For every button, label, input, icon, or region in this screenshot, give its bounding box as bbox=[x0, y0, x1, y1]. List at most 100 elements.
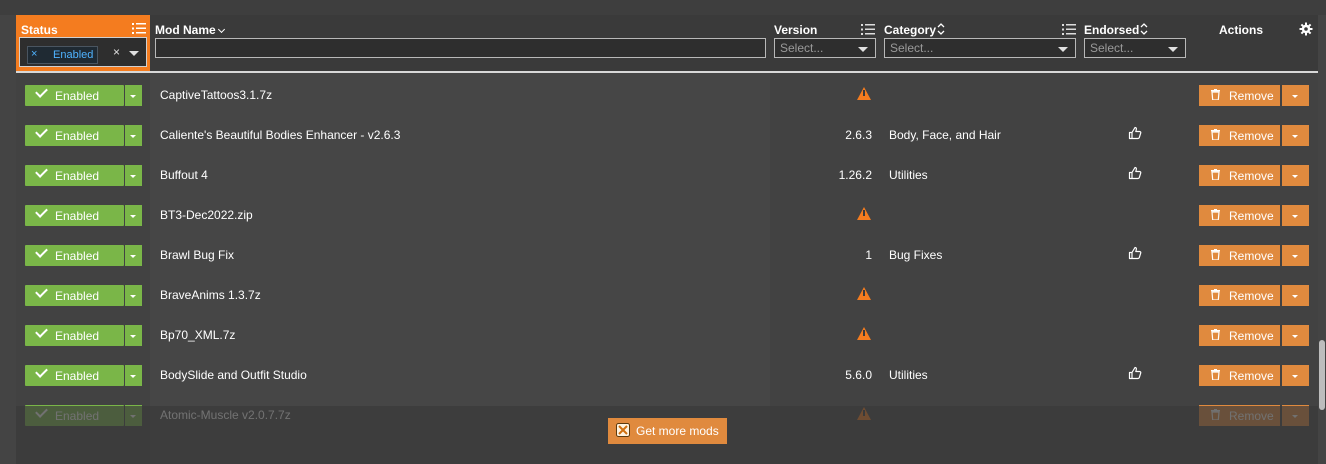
table-row[interactable]: Enabled BraveAnims 1.3.7z Remove bbox=[16, 278, 1318, 318]
mod-name: BT3-Dec2022.zip bbox=[160, 208, 253, 222]
sort-icon[interactable] bbox=[1140, 23, 1148, 35]
remove-dropdown-button[interactable] bbox=[1282, 165, 1309, 186]
mod-category: Bug Fixes bbox=[889, 248, 943, 262]
remove-dropdown-button[interactable] bbox=[1282, 365, 1309, 386]
enabled-toggle-button[interactable]: Enabled bbox=[25, 205, 124, 226]
mod-category: Utilities bbox=[889, 168, 928, 182]
status-dropdown-button[interactable] bbox=[125, 125, 142, 146]
trash-icon bbox=[1211, 249, 1220, 260]
enabled-toggle-button[interactable]: Enabled bbox=[25, 125, 124, 146]
thumbs-up-icon[interactable] bbox=[1128, 366, 1142, 380]
clear-filter-icon[interactable]: × bbox=[113, 45, 120, 59]
table-row[interactable]: Enabled CaptiveTattoos3.1.7z Remove bbox=[16, 78, 1318, 118]
status-dropdown-button[interactable] bbox=[125, 365, 142, 386]
chevron-down-icon bbox=[130, 375, 136, 378]
thumbs-up-icon[interactable] bbox=[1128, 126, 1142, 140]
status-dropdown-button[interactable] bbox=[125, 285, 142, 306]
enabled-toggle-button[interactable]: Enabled bbox=[25, 325, 124, 346]
endorsed-header-label[interactable]: Endorsed bbox=[1084, 23, 1139, 37]
column-options-icon[interactable] bbox=[1062, 23, 1076, 36]
category-filter-placeholder: Select... bbox=[890, 41, 934, 55]
mod-name-filter-input[interactable] bbox=[155, 38, 766, 58]
remove-button[interactable]: Remove bbox=[1199, 245, 1280, 266]
trash-icon bbox=[1211, 369, 1220, 380]
status-column-header[interactable]: Status × Enabled × bbox=[16, 15, 150, 71]
status-dropdown-button[interactable] bbox=[125, 245, 142, 266]
category-header-label[interactable]: Category bbox=[884, 23, 936, 37]
mod-name: Caliente's Beautiful Bodies Enhancer - v… bbox=[160, 128, 401, 142]
status-dropdown-button[interactable] bbox=[125, 205, 142, 226]
table-row[interactable]: Enabled BT3-Dec2022.zip Remove bbox=[16, 198, 1318, 238]
status-label: Enabled bbox=[55, 209, 100, 223]
table-row[interactable]: Enabled Brawl Bug Fix 1 Bug Fixes Remove bbox=[16, 238, 1318, 278]
remove-dropdown-button[interactable] bbox=[1282, 245, 1309, 266]
remove-button[interactable]: Remove bbox=[1199, 285, 1280, 306]
chevron-down-icon bbox=[1292, 255, 1298, 258]
status-dropdown-button[interactable] bbox=[125, 325, 142, 346]
table-row[interactable]: Enabled Caliente's Beautiful Bodies Enha… bbox=[16, 118, 1318, 158]
vertical-scrollbar[interactable] bbox=[1319, 340, 1325, 410]
remove-button[interactable]: Remove bbox=[1199, 365, 1280, 386]
status-filter-select[interactable]: × Enabled × bbox=[19, 37, 147, 67]
table-header: Status × Enabled × Mod Name Version Sele… bbox=[16, 15, 1318, 73]
version-filter-select[interactable]: Select... bbox=[774, 38, 876, 58]
enabled-toggle-button[interactable]: Enabled bbox=[25, 285, 124, 306]
get-more-mods-button[interactable]: Get more mods bbox=[608, 418, 727, 444]
status-label: Enabled bbox=[55, 289, 100, 303]
column-options-icon[interactable] bbox=[132, 22, 146, 35]
enabled-toggle-button[interactable]: Enabled bbox=[25, 165, 124, 186]
enabled-toggle-button[interactable]: Enabled bbox=[25, 85, 124, 106]
thumbs-up-icon[interactable] bbox=[1128, 246, 1142, 260]
enabled-toggle-button[interactable]: Enabled bbox=[25, 245, 124, 266]
remove-button[interactable]: Remove bbox=[1199, 325, 1280, 346]
enabled-toggle-button[interactable]: Enabled bbox=[25, 365, 124, 386]
sort-icon[interactable] bbox=[937, 23, 945, 35]
mod-name-header-label[interactable]: Mod Name bbox=[155, 23, 216, 37]
remove-dropdown-button[interactable] bbox=[1282, 125, 1309, 146]
remove-dropdown-button[interactable] bbox=[1282, 205, 1309, 226]
mod-version: 5.6.0 bbox=[845, 368, 872, 382]
remove-button[interactable]: Remove bbox=[1199, 125, 1280, 146]
remove-button[interactable]: Remove bbox=[1199, 205, 1280, 226]
checkmark-icon bbox=[35, 285, 48, 298]
version-header-label[interactable]: Version bbox=[774, 23, 817, 37]
trash-icon bbox=[1211, 289, 1220, 300]
chevron-down-icon bbox=[1292, 295, 1298, 298]
remove-label: Remove bbox=[1229, 89, 1274, 103]
remove-dropdown-button[interactable] bbox=[1282, 285, 1309, 306]
chevron-down-icon bbox=[130, 215, 136, 218]
status-dropdown-button[interactable] bbox=[125, 165, 142, 186]
remove-label: Remove bbox=[1229, 369, 1274, 383]
status-dropdown-button[interactable] bbox=[125, 85, 142, 106]
warning-icon bbox=[857, 87, 871, 100]
mod-version: 1.26.2 bbox=[838, 168, 872, 182]
top-strip bbox=[0, 0, 1326, 15]
trash-icon bbox=[1211, 209, 1220, 220]
table-row[interactable]: Enabled Bp70_XML.7z Remove bbox=[16, 318, 1318, 358]
actions-header-label: Actions bbox=[1219, 23, 1264, 37]
remove-button[interactable]: Remove bbox=[1199, 85, 1280, 106]
chevron-down-icon bbox=[1292, 175, 1298, 178]
warning-icon bbox=[857, 287, 871, 300]
category-filter-select[interactable]: Select... bbox=[884, 38, 1076, 58]
mod-name: Brawl Bug Fix bbox=[160, 248, 235, 262]
gear-icon[interactable] bbox=[1299, 22, 1313, 36]
endorsed-filter-select[interactable]: Select... bbox=[1084, 38, 1186, 58]
endorsed-filter-placeholder: Select... bbox=[1090, 41, 1134, 55]
remove-button[interactable]: Remove bbox=[1199, 165, 1280, 186]
status-filter-tag-label: Enabled bbox=[53, 49, 94, 61]
remove-dropdown-button[interactable] bbox=[1282, 325, 1309, 346]
column-options-icon[interactable] bbox=[861, 23, 875, 36]
remove-label: Remove bbox=[1229, 329, 1274, 343]
status-filter-tag: × Enabled bbox=[27, 46, 98, 64]
remove-dropdown-button[interactable] bbox=[1282, 85, 1309, 106]
sort-desc-icon[interactable] bbox=[217, 25, 226, 34]
thumbs-up-icon[interactable] bbox=[1128, 166, 1142, 180]
table-row[interactable]: Enabled Buffout 4 1.26.2 Utilities Remov… bbox=[16, 158, 1318, 198]
tag-remove-icon[interactable]: × bbox=[31, 48, 37, 60]
mod-name: CaptiveTattoos3.1.7z bbox=[160, 88, 273, 102]
chevron-down-icon bbox=[1168, 47, 1178, 52]
chevron-down-icon[interactable] bbox=[129, 51, 139, 56]
table-row[interactable]: Enabled BodySlide and Outfit Studio 5.6.… bbox=[16, 358, 1318, 398]
checkmark-icon bbox=[35, 245, 48, 258]
